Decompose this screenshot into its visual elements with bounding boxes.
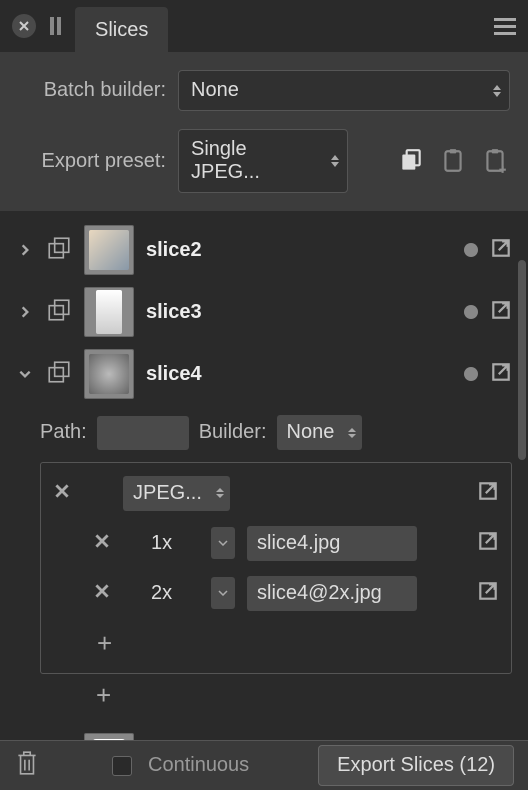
slice-row[interactable]: slice2 [0, 219, 528, 281]
open-external-icon[interactable] [477, 580, 499, 607]
batch-builder-select[interactable]: None [178, 70, 510, 111]
export-preset-select[interactable]: Single JPEG... [178, 129, 348, 193]
tab-slices[interactable]: Slices [75, 7, 168, 54]
close-button[interactable] [12, 14, 36, 38]
export-preset-label: Export preset: [18, 150, 166, 173]
path-input[interactable] [97, 416, 189, 450]
open-external-icon[interactable] [490, 237, 512, 264]
status-dot-icon [464, 305, 478, 319]
slice-thumbnail [84, 349, 134, 399]
add-format-button[interactable]: + [96, 680, 512, 711]
batch-builder-value: None [191, 79, 239, 102]
slice-row[interactable]: slice3 [0, 281, 528, 343]
stack-icon [46, 297, 72, 328]
status-dot-icon [464, 367, 478, 381]
trash-button[interactable] [14, 749, 40, 782]
open-external-icon[interactable] [490, 299, 512, 326]
slice-row[interactable]: slice4 [0, 343, 528, 405]
slice-thumbnail [84, 287, 134, 337]
filename-input[interactable] [247, 526, 417, 561]
collapse-chevron-icon[interactable] [16, 367, 34, 381]
format-select[interactable]: JPEG... [123, 476, 230, 511]
slice-thumbnail [84, 225, 134, 275]
open-external-icon[interactable] [490, 361, 512, 388]
slice-name: slice3 [146, 301, 452, 324]
scale-dropdown[interactable] [211, 527, 235, 559]
continuous-checkbox[interactable] [112, 756, 132, 776]
scale-dropdown[interactable] [211, 577, 235, 609]
builder-select[interactable]: None [277, 415, 363, 450]
expand-chevron-icon[interactable] [16, 305, 34, 319]
slice-row[interactable]: slice5 [0, 727, 528, 740]
path-label: Path: [40, 421, 87, 444]
status-dot-icon [464, 243, 478, 257]
open-external-icon[interactable] [477, 530, 499, 557]
pause-icon[interactable] [50, 17, 61, 35]
remove-output-button[interactable] [93, 582, 111, 605]
stack-icon [46, 235, 72, 266]
builder-value: None [287, 421, 335, 443]
slice-name: slice2 [146, 239, 452, 262]
filename-input[interactable] [247, 576, 417, 611]
preset-clipboard-icon[interactable] [438, 146, 468, 176]
scale-label: 1x [151, 532, 199, 555]
add-output-button[interactable]: + [97, 628, 112, 659]
open-external-icon[interactable] [477, 480, 499, 507]
slice-name: slice4 [146, 363, 452, 386]
scrollbar[interactable] [518, 260, 526, 460]
expand-chevron-icon[interactable] [16, 243, 34, 257]
slice-thumbnail [84, 733, 134, 740]
preset-copy-icon[interactable] [396, 146, 426, 176]
format-value: JPEG... [133, 482, 202, 504]
export-slices-button[interactable]: Export Slices (12) [318, 745, 514, 786]
preset-clipboard-add-icon[interactable] [480, 146, 510, 176]
menu-button[interactable] [494, 18, 516, 35]
stack-icon [46, 359, 72, 390]
scale-label: 2x [151, 582, 199, 605]
remove-output-button[interactable] [93, 532, 111, 555]
export-preset-value: Single JPEG... [191, 138, 317, 184]
continuous-label: Continuous [148, 754, 249, 777]
remove-format-button[interactable] [53, 482, 71, 505]
batch-builder-label: Batch builder: [18, 79, 166, 102]
builder-label: Builder: [199, 421, 267, 444]
